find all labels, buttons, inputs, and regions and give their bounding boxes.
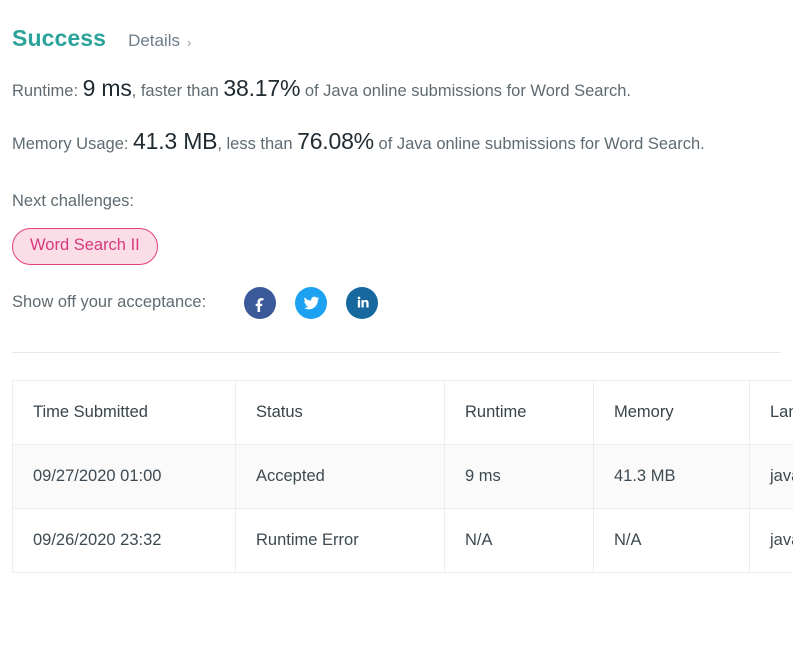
share-label: Show off your acceptance: bbox=[12, 293, 207, 312]
chevron-right-icon: › bbox=[187, 34, 192, 50]
cell-runtime: N/A bbox=[444, 507, 594, 573]
column-header-language[interactable]: Language bbox=[749, 379, 793, 445]
table-header-row: Time Submitted Status Runtime Memory Lan… bbox=[12, 379, 793, 445]
share-row: Show off your acceptance: bbox=[12, 286, 781, 319]
cell-language: java bbox=[749, 443, 793, 509]
runtime-suffix: of Java online submissions for Word Sear… bbox=[304, 82, 631, 100]
facebook-share-icon[interactable] bbox=[244, 286, 277, 319]
memory-label: Memory Usage: bbox=[12, 135, 129, 153]
column-header-time-submitted[interactable]: Time Submitted bbox=[12, 379, 236, 445]
memory-value: 41.3 MB bbox=[133, 128, 218, 154]
details-link[interactable]: Details › bbox=[128, 31, 191, 51]
section-divider bbox=[12, 351, 781, 353]
memory-mid-text: , less than bbox=[217, 135, 293, 153]
submission-status-title: Success bbox=[12, 25, 107, 51]
submission-result-page: Success Details › Runtime: 9 ms, faster … bbox=[0, 0, 793, 573]
cell-status[interactable]: Runtime Error bbox=[235, 507, 445, 573]
next-challenges-label: Next challenges: bbox=[12, 192, 134, 210]
runtime-mid-text: , faster than bbox=[131, 82, 219, 100]
status-header: Success Details › bbox=[12, 0, 781, 56]
details-link-label: Details bbox=[128, 31, 181, 50]
cell-memory: N/A bbox=[593, 507, 750, 573]
table-row[interactable]: 09/26/2020 23:32 Runtime Error N/A N/A j… bbox=[12, 507, 793, 573]
twitter-share-icon[interactable] bbox=[295, 286, 328, 319]
next-challenges-list: Word Search II bbox=[12, 228, 781, 265]
cell-status[interactable]: Accepted bbox=[235, 443, 445, 509]
column-header-runtime[interactable]: Runtime bbox=[444, 379, 594, 445]
submissions-table: Time Submitted Status Runtime Memory Lan… bbox=[12, 379, 793, 573]
table-row[interactable]: 09/27/2020 01:00 Accepted 9 ms 41.3 MB j… bbox=[12, 443, 793, 509]
cell-runtime: 9 ms bbox=[444, 443, 594, 509]
cell-time-submitted: 09/27/2020 01:00 bbox=[12, 443, 236, 509]
cell-language: java bbox=[749, 507, 793, 573]
column-header-status[interactable]: Status bbox=[235, 379, 445, 445]
runtime-stat-line: Runtime: 9 ms, faster than 38.17% of Jav… bbox=[12, 70, 752, 109]
memory-suffix: of Java online submissions for Word Sear… bbox=[378, 135, 705, 153]
runtime-percentile: 38.17% bbox=[223, 75, 301, 101]
memory-stat-line: Memory Usage: 41.3 MB, less than 76.08% … bbox=[12, 123, 752, 162]
share-icon-group bbox=[244, 286, 379, 319]
cell-memory: 41.3 MB bbox=[593, 443, 750, 509]
next-challenge-word-search-ii[interactable]: Word Search II bbox=[12, 228, 158, 265]
memory-percentile: 76.08% bbox=[297, 128, 374, 154]
column-header-memory[interactable]: Memory bbox=[593, 379, 750, 445]
runtime-label: Runtime: bbox=[12, 82, 79, 100]
cell-time-submitted: 09/26/2020 23:32 bbox=[12, 507, 236, 573]
runtime-value: 9 ms bbox=[82, 75, 132, 101]
linkedin-share-icon[interactable] bbox=[346, 286, 379, 319]
